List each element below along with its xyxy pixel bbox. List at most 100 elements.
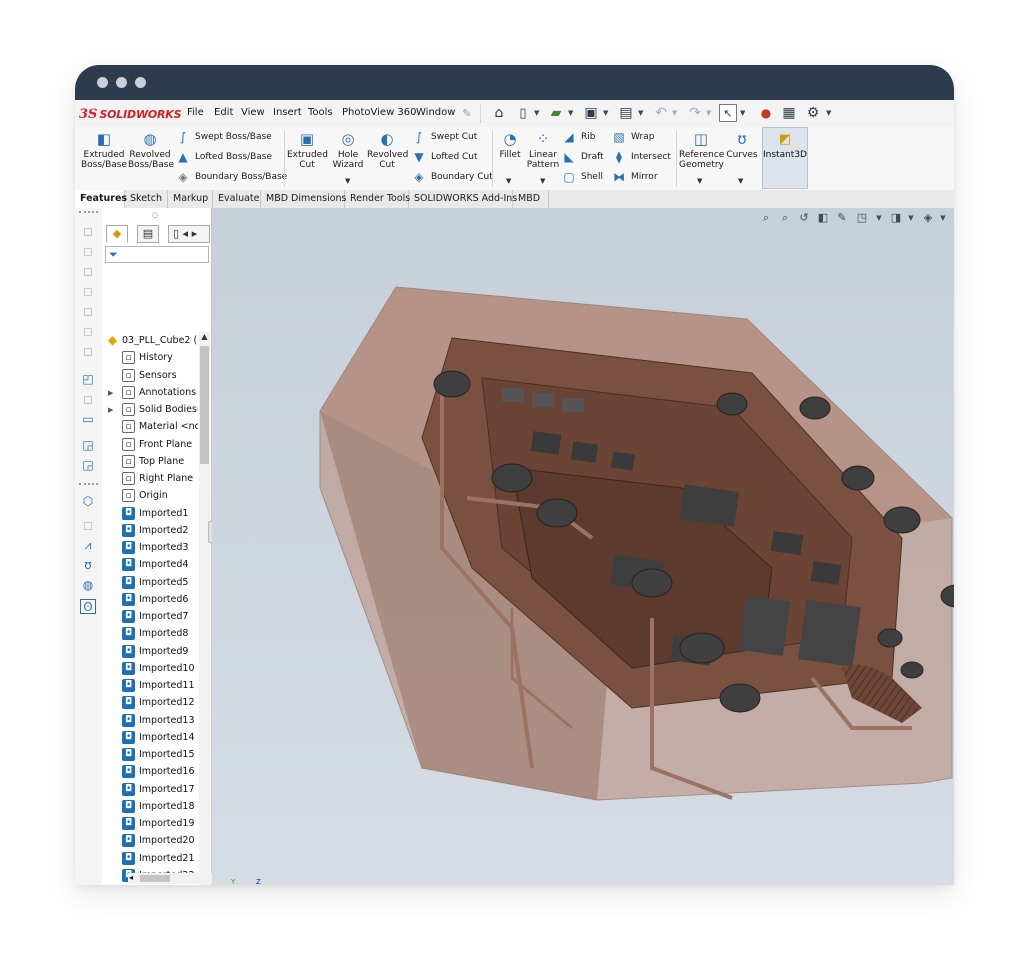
open-icon[interactable]: ▰ <box>547 104 565 122</box>
tree-root-part[interactable]: ◆ 03_PLL_Cube2 (De <box>102 332 198 349</box>
tree-item-imported-19[interactable]: ◘ Imported19 <box>102 815 198 832</box>
tree-item-imported-14[interactable]: ◘ Imported14 <box>102 729 198 746</box>
tree-item-front-plane[interactable]: ▫ Front Plane <box>102 436 198 453</box>
scroll-thumb[interactable] <box>200 346 209 464</box>
tree-item-imported-15[interactable]: ◘ Imported15 <box>102 746 198 763</box>
tree-item-imported-2[interactable]: ◘ Imported2 <box>102 522 198 539</box>
open-caret-icon[interactable]: ▼ <box>568 109 573 117</box>
tool-icon-15[interactable]: ⩘ <box>80 538 96 553</box>
tree-item-imported-13[interactable]: ◘ Imported13 <box>102 712 198 729</box>
fillet-button[interactable]: ◔ Fillet <box>495 130 525 160</box>
tree-item-history[interactable]: ▫ History <box>102 349 198 366</box>
boundary-boss-button[interactable]: ◈ Boundary Boss/Base <box>176 169 287 185</box>
reference-geometry-button[interactable]: ◫ Reference Geometry <box>679 130 724 170</box>
tree-item-sensors[interactable]: ▫ Sensors <box>102 367 198 384</box>
curves-caret-icon[interactable]: ▼ <box>738 177 743 185</box>
draft-button[interactable]: ◣ Draft <box>562 149 603 165</box>
new-caret-icon[interactable]: ▼ <box>534 109 539 117</box>
linear-pattern-button[interactable]: ⁘ Linear Pattern <box>525 130 561 170</box>
redo-caret-icon[interactable]: ▼ <box>706 109 711 117</box>
expand-arrow-icon[interactable]: ▶ <box>108 389 113 397</box>
pin-icon[interactable]: ✎ <box>458 104 476 122</box>
tree-item-imported-20[interactable]: ◘ Imported20 <box>102 832 198 849</box>
tool-icon-9[interactable]: ◻ <box>80 392 96 407</box>
tree-item-imported-1[interactable]: ◘ Imported1 <box>102 505 198 522</box>
options-gear-icon[interactable]: ⚙ <box>804 104 822 122</box>
revolved-boss-button[interactable]: ◍ Revolved Boss/Base <box>128 130 174 170</box>
property-manager-tab-icon[interactable]: ▤ <box>137 225 159 243</box>
tree-item-top-plane[interactable]: ▫ Top Plane <box>102 453 198 470</box>
menu-tools[interactable]: Tools <box>308 107 333 118</box>
rebuild-traffic-light-icon[interactable]: ● <box>757 104 775 122</box>
tool-icon-18[interactable]: ʘ <box>80 599 96 614</box>
configuration-tab-icon[interactable]: ▯ ◂ ▸ <box>168 225 210 243</box>
lofted-boss-button[interactable]: ▲ Lofted Boss/Base <box>176 149 272 165</box>
tree-item-imported-9[interactable]: ◘ Imported9 <box>102 643 198 660</box>
menu-edit[interactable]: Edit <box>214 107 233 118</box>
redo-icon[interactable]: ↷ <box>686 104 704 122</box>
scroll-up-icon[interactable]: ▲ <box>199 332 210 341</box>
menu-view[interactable]: View <box>241 107 265 118</box>
wrap-button[interactable]: ▧ Wrap <box>612 129 654 145</box>
extruded-cut-button[interactable]: ▣ Extruded Cut <box>287 130 328 170</box>
tree-filter-icon[interactable]: ⏷ <box>105 246 209 263</box>
tree-item-annotations[interactable]: ▶ ▫ Annotations <box>102 384 198 401</box>
tree-item-imported-23[interactable]: ◘Imported23 <box>102 884 198 885</box>
revolved-cut-button[interactable]: ◐ Revolved Cut <box>367 130 408 170</box>
tool-icon-4[interactable]: ◻ <box>80 284 96 299</box>
boundary-cut-button[interactable]: ◈ Boundary Cut <box>412 169 492 185</box>
menu-window[interactable]: Window <box>416 107 455 118</box>
graphics-viewport[interactable]: ⌕ ⌕ ↺ ◧ ✎ ◳ ▼ ◨ ▼ ◈ ▼ Y Z <box>212 208 954 885</box>
hscroll-thumb[interactable] <box>140 875 170 882</box>
menu-file[interactable]: File <box>187 107 204 118</box>
tree-item-imported-12[interactable]: ◘ Imported12 <box>102 694 198 711</box>
tool-icon-1[interactable]: ◻ <box>80 224 96 239</box>
tree-item-imported-10[interactable]: ◘ Imported10 <box>102 660 198 677</box>
hole-wizard-caret-icon[interactable]: ▼ <box>345 177 350 185</box>
tab-mbd-dimensions[interactable]: MBD Dimensions <box>261 190 347 208</box>
swept-cut-button[interactable]: ∫ Swept Cut <box>412 129 477 145</box>
tree-item-imported-18[interactable]: ◘ Imported18 <box>102 798 198 815</box>
tool-icon-2[interactable]: ◻ <box>80 244 96 259</box>
tree-item-imported-7[interactable]: ◘ Imported7 <box>102 608 198 625</box>
tool-icon-10[interactable]: ▭ <box>80 412 96 427</box>
tool-icon-14[interactable]: ◻ <box>80 518 96 533</box>
file-properties-icon[interactable]: ▦ <box>780 104 798 122</box>
reference-geometry-caret-icon[interactable]: ▼ <box>697 177 702 185</box>
rib-button[interactable]: ◢ Rib <box>562 129 595 145</box>
fillet-caret-icon[interactable]: ▼ <box>506 177 511 185</box>
menu-photoview[interactable]: PhotoView 360 <box>342 107 417 118</box>
select-cursor-icon[interactable]: ↖ <box>719 104 737 122</box>
home-icon[interactable]: ⌂ <box>490 104 508 122</box>
tree-horizontal-scrollbar[interactable]: ◂ ▸ <box>128 873 223 884</box>
tool-icon-13[interactable]: ⬡ <box>80 494 96 509</box>
swept-boss-button[interactable]: ∫ Swept Boss/Base <box>176 129 272 145</box>
tree-item-material-not[interactable]: ▫ Material <not <box>102 418 198 435</box>
hole-wizard-button[interactable]: ◎ Hole Wizard <box>329 130 367 170</box>
select-caret-icon[interactable]: ▼ <box>740 109 745 117</box>
tree-item-imported-11[interactable]: ◘ Imported11 <box>102 677 198 694</box>
tab-features[interactable]: Features <box>75 190 127 208</box>
linear-pattern-caret-icon[interactable]: ▼ <box>540 177 545 185</box>
tab-solidworks-add-ins[interactable]: SOLIDWORKS Add-Ins <box>409 190 517 208</box>
tree-item-imported-17[interactable]: ◘ Imported17 <box>102 781 198 798</box>
tab-evaluate[interactable]: Evaluate <box>213 190 261 208</box>
new-document-icon[interactable]: ▯ <box>514 104 532 122</box>
print-caret-icon[interactable]: ▼ <box>638 109 643 117</box>
tree-vertical-scrollbar[interactable]: ▲ ▼ <box>199 332 210 885</box>
tree-item-right-plane[interactable]: ▫ Right Plane <box>102 470 198 487</box>
window-dot-minimize[interactable] <box>116 77 127 88</box>
tool-icon-11[interactable]: ◲ <box>80 438 96 453</box>
save-icon[interactable]: ▣ <box>582 104 600 122</box>
extruded-boss-button[interactable]: ◧ Extruded Boss/Base <box>81 130 127 170</box>
shell-button[interactable]: ▢ Shell <box>562 169 603 185</box>
window-dot-close[interactable] <box>97 77 108 88</box>
tool-icon-7[interactable]: ◻ <box>80 344 96 359</box>
tree-item-imported-21[interactable]: ◘ Imported21 <box>102 850 198 867</box>
save-caret-icon[interactable]: ▼ <box>603 109 608 117</box>
tree-item-imported-5[interactable]: ◘ Imported5 <box>102 574 198 591</box>
curves-button[interactable]: ʊ Curves <box>725 130 759 160</box>
tab-render-tools[interactable]: Render Tools <box>345 190 410 208</box>
panel-grip-icon[interactable]: ○ <box>152 211 158 219</box>
tool-icon-12[interactable]: ◲ <box>80 458 96 473</box>
